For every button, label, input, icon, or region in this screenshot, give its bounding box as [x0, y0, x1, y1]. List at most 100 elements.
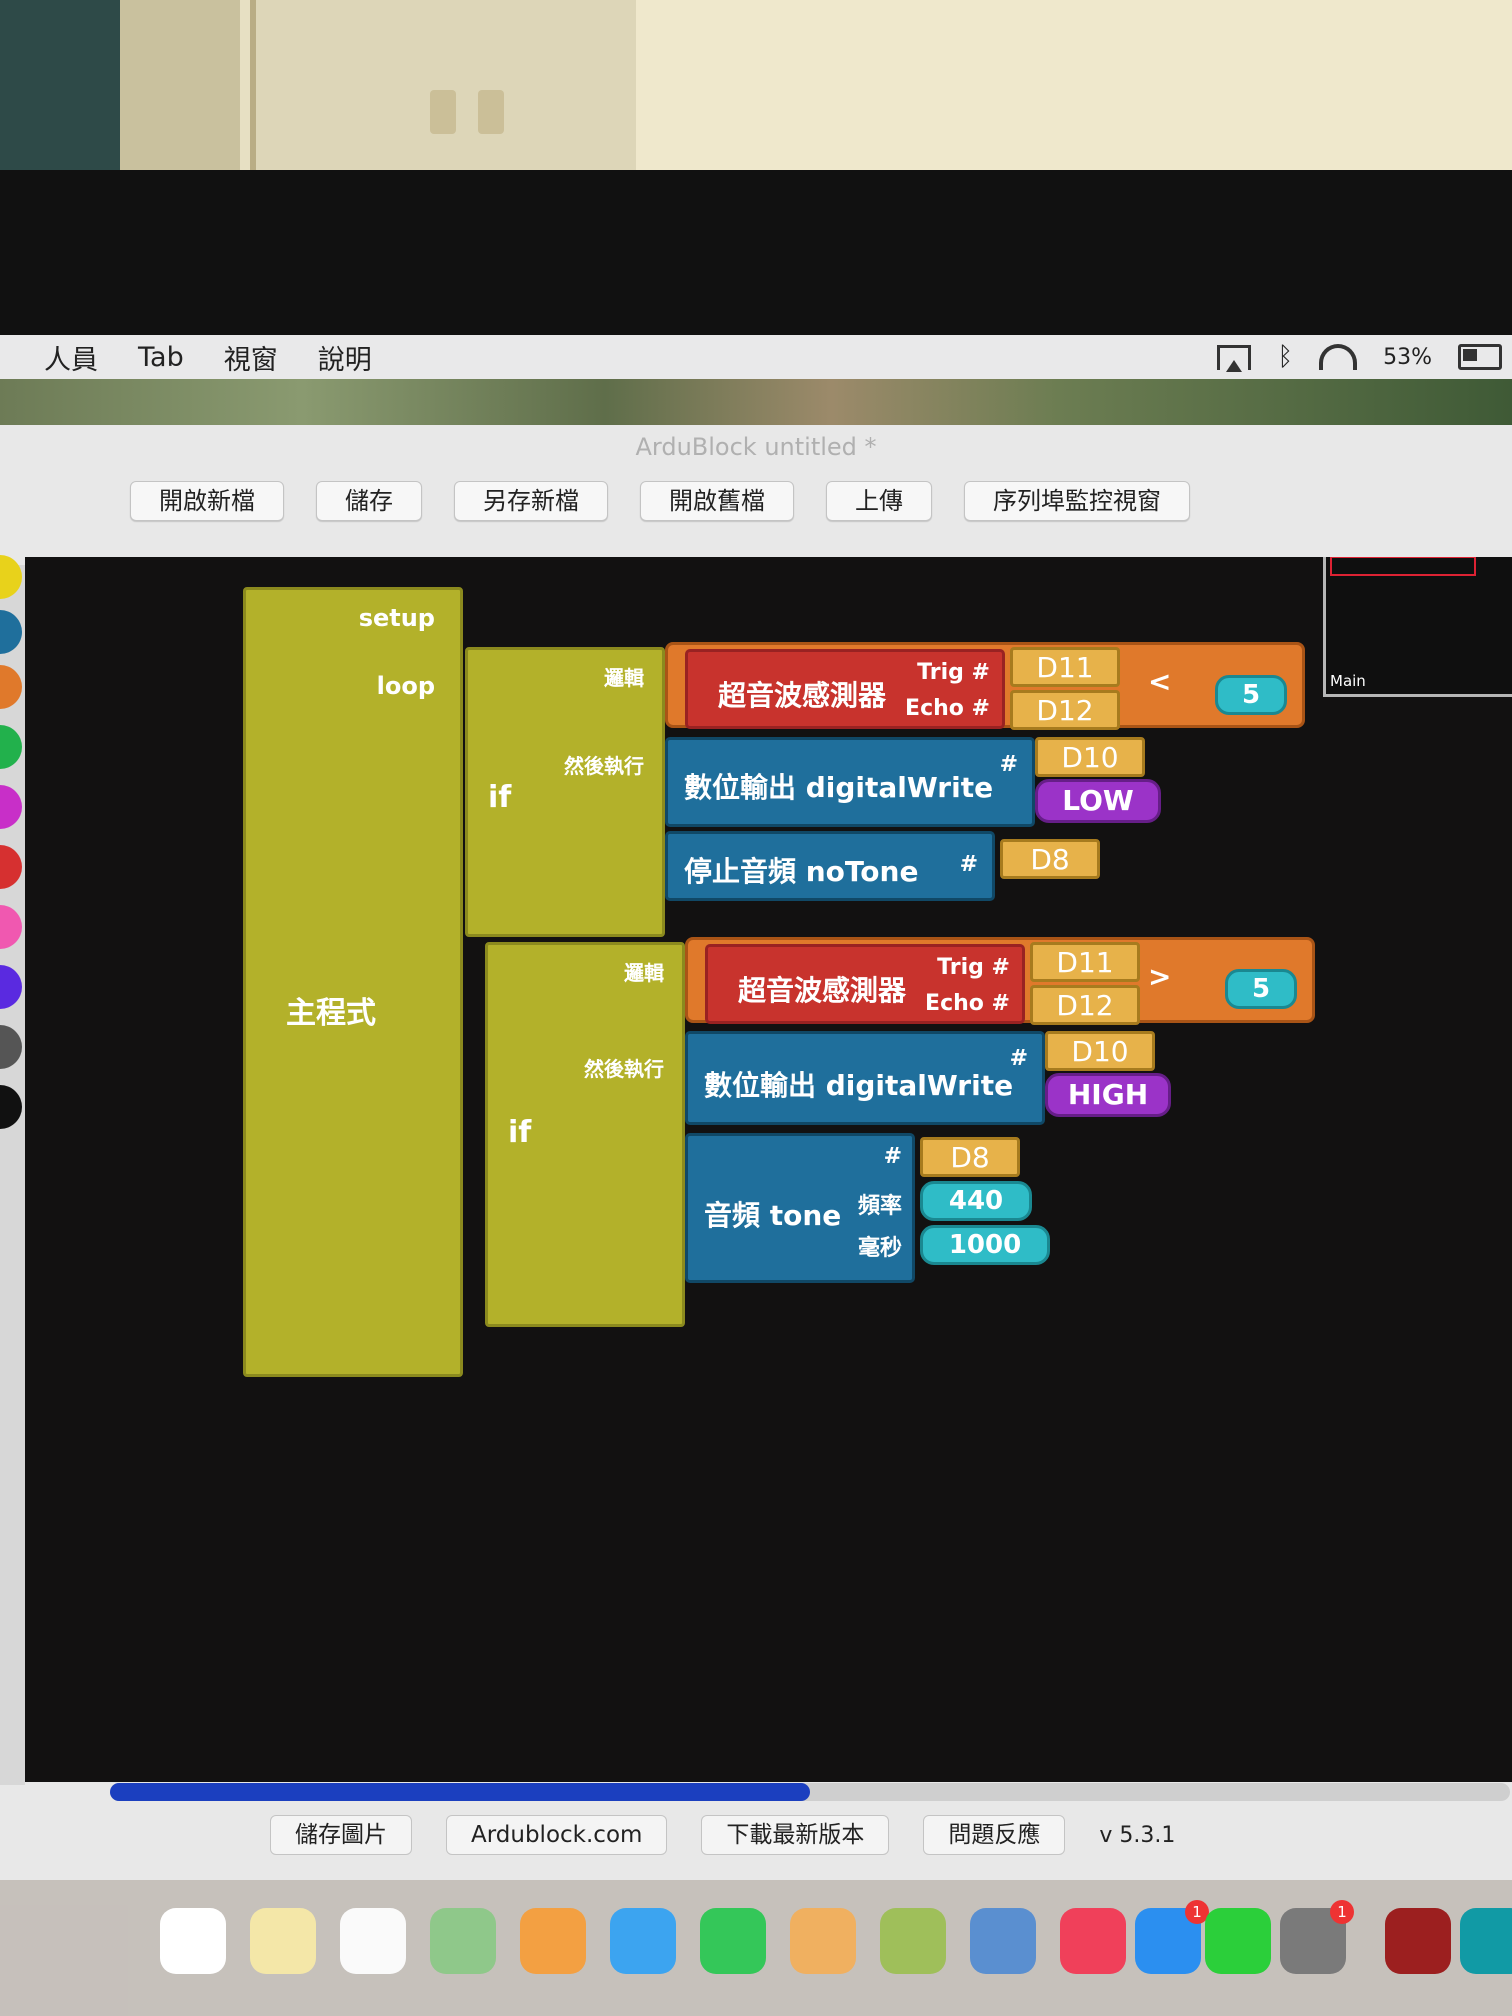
dictionary-icon[interactable] — [1385, 1908, 1451, 1974]
ardublock-website-button[interactable]: Ardublock.com — [446, 1815, 668, 1855]
palette-category[interactable] — [0, 965, 22, 1009]
screen: 人員 Tab 視窗 說明 ᛒ 53% ArduBlock untitled * … — [0, 335, 1512, 2016]
calendar-icon[interactable] — [160, 1908, 226, 1974]
minimap[interactable]: Main — [1323, 557, 1512, 697]
compare-operator: > — [1148, 960, 1172, 993]
download-latest-button[interactable]: 下載最新版本 — [701, 1815, 890, 1855]
if-block[interactable]: if 邏輯 然後執行 — [465, 647, 665, 937]
notone-block[interactable]: 停止音頻 noTone # — [665, 831, 995, 901]
digitalwrite-block[interactable]: 數位輸出 digitalWrite # — [685, 1031, 1045, 1125]
palette-category[interactable] — [0, 665, 22, 709]
tone-block[interactable]: 音頻 tone # 頻率 毫秒 — [685, 1133, 915, 1283]
duration-label: 毫秒 — [857, 1236, 902, 1261]
open-file-button[interactable]: 開啟舊檔 — [640, 481, 794, 521]
digitalwrite-label: 數位輸出 digitalWrite — [684, 771, 994, 804]
echo-label: Echo # — [905, 696, 990, 721]
tone-frequency-value[interactable]: 440 — [920, 1181, 1032, 1221]
scrollbar-thumb[interactable] — [110, 1783, 810, 1801]
menu-item-help[interactable]: 說明 — [318, 338, 372, 377]
messages-icon[interactable] — [610, 1908, 676, 1974]
menu-item-tab[interactable]: Tab — [138, 342, 184, 373]
pin-hash-label: # — [883, 1144, 902, 1169]
trig-pin-value[interactable]: D11 — [1010, 647, 1120, 687]
menu-item-people[interactable]: 人員 — [44, 338, 98, 377]
pin-hash-label: # — [1009, 1046, 1028, 1071]
ultrasonic-sensor-block[interactable]: 超音波感測器 Trig # Echo # — [685, 649, 1005, 729]
tone-duration-value[interactable]: 1000 — [920, 1225, 1050, 1265]
palette-category[interactable] — [0, 905, 22, 949]
system-preferences-icon[interactable]: 1 — [1280, 1900, 1354, 1974]
compare-value[interactable]: 5 — [1215, 675, 1287, 715]
ultrasonic-sensor-block[interactable]: 超音波感測器 Trig # Echo # — [705, 944, 1025, 1024]
music-icon[interactable] — [1060, 1908, 1126, 1974]
frequency-label: 頻率 — [857, 1194, 902, 1219]
horizontal-scrollbar[interactable] — [110, 1783, 1510, 1801]
compare-operator: < — [1148, 665, 1172, 698]
palette-category[interactable] — [0, 1025, 22, 1069]
save-image-button[interactable]: 儲存圖片 — [270, 1815, 412, 1855]
serial-monitor-button[interactable]: 序列埠監控視窗 — [964, 481, 1190, 521]
block-canvas[interactable]: Main 主程式 setup loop if 邏輯 然後執行 < 超音波感測器 … — [25, 557, 1512, 1782]
wall-switch — [430, 90, 456, 134]
digitalwrite-pin-value[interactable]: D10 — [1045, 1031, 1155, 1071]
numbers-icon[interactable] — [880, 1908, 946, 1974]
wifi-icon[interactable] — [1319, 344, 1358, 370]
pin-hash-label: # — [959, 852, 978, 877]
save-button[interactable]: 儲存 — [316, 481, 422, 521]
notification-badge: 1 — [1330, 1900, 1354, 1924]
main-program-block[interactable]: 主程式 setup loop — [243, 587, 463, 1377]
menu-item-window[interactable]: 視窗 — [224, 338, 278, 377]
digitalwrite-pin-value[interactable]: D10 — [1035, 737, 1145, 777]
version-label: v 5.3.1 — [1099, 1822, 1176, 1848]
facetime-icon[interactable] — [700, 1908, 766, 1974]
app-store-icon[interactable]: 1 — [1135, 1900, 1209, 1974]
if-label: if — [488, 780, 512, 815]
palette-category[interactable] — [0, 555, 22, 599]
palette-category[interactable] — [0, 725, 22, 769]
notone-pin-value[interactable]: D8 — [1000, 839, 1100, 879]
keynote-icon[interactable] — [970, 1908, 1036, 1974]
airplay-icon[interactable] — [1217, 344, 1252, 372]
logic-label: 邏輯 — [604, 666, 644, 690]
arduino-icon[interactable] — [1460, 1908, 1512, 1974]
echo-pin-value[interactable]: D12 — [1010, 690, 1120, 730]
photos-icon[interactable] — [520, 1908, 586, 1974]
digitalwrite-label: 數位輸出 digitalWrite — [704, 1069, 1014, 1102]
palette-category[interactable] — [0, 785, 22, 829]
maps-icon[interactable] — [430, 1908, 496, 1974]
line-icon[interactable] — [1205, 1908, 1271, 1974]
desktop-wallpaper — [0, 379, 1512, 425]
dock: 1 1 — [0, 1880, 1512, 2016]
palette-category[interactable] — [0, 845, 22, 889]
trig-pin-value[interactable]: D11 — [1030, 942, 1140, 982]
then-label: 然後執行 — [584, 1057, 664, 1081]
new-file-button[interactable]: 開啟新檔 — [130, 481, 284, 521]
notes-icon[interactable] — [250, 1908, 316, 1974]
upload-button[interactable]: 上傳 — [826, 481, 932, 521]
minimap-viewport[interactable] — [1330, 557, 1476, 576]
reminders-icon[interactable] — [340, 1908, 406, 1974]
minimap-label: Main — [1330, 672, 1366, 690]
compare-value[interactable]: 5 — [1225, 969, 1297, 1009]
echo-pin-value[interactable]: D12 — [1030, 985, 1140, 1025]
echo-label: Echo # — [925, 991, 1010, 1016]
save-as-button[interactable]: 另存新檔 — [454, 481, 608, 521]
sensor-title: 超音波感測器 — [738, 974, 907, 1007]
palette-category[interactable] — [0, 1085, 22, 1129]
tone-label: 音頻 tone — [704, 1199, 842, 1232]
main-program-label: 主程式 — [286, 996, 376, 1031]
feedback-button[interactable]: 問題反應 — [923, 1815, 1066, 1855]
background-door — [250, 0, 636, 170]
loop-label: loop — [376, 672, 435, 700]
tone-pin-value[interactable]: D8 — [920, 1137, 1020, 1177]
pages-icon[interactable] — [790, 1908, 856, 1974]
bluetooth-icon[interactable]: ᛒ — [1277, 342, 1293, 372]
battery-icon[interactable] — [1458, 344, 1502, 370]
palette-category[interactable] — [0, 610, 22, 654]
trig-label: Trig # — [937, 955, 1010, 980]
if-label: if — [508, 1115, 532, 1150]
if-block[interactable]: if 邏輯 然後執行 — [485, 942, 685, 1327]
digitalwrite-state-value[interactable]: HIGH — [1045, 1073, 1171, 1117]
digitalwrite-state-value[interactable]: LOW — [1035, 779, 1161, 823]
digitalwrite-block[interactable]: 數位輸出 digitalWrite # — [665, 737, 1035, 827]
